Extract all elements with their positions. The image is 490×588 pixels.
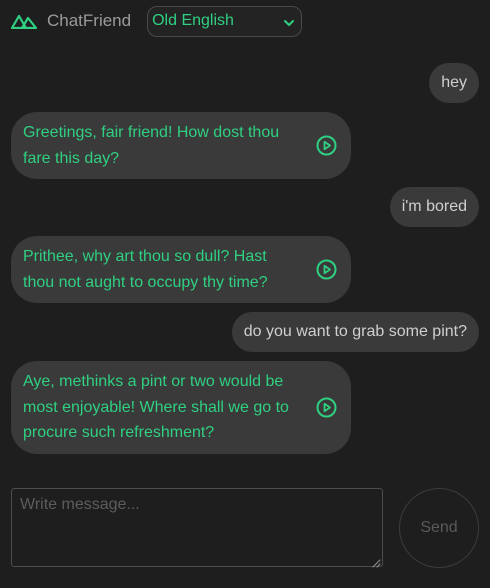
bot-message: Greetings, fair friend! How dost thou fa… xyxy=(11,112,351,179)
user-message: hey xyxy=(429,63,479,103)
send-button[interactable]: Send xyxy=(399,488,479,568)
message-text: hey xyxy=(441,74,467,91)
play-circle-icon[interactable] xyxy=(316,259,337,280)
message-text: i'm bored xyxy=(401,198,467,215)
user-message: i'm bored xyxy=(389,187,479,227)
header: ChatFriend Old English xyxy=(11,5,303,37)
message-text: Prithee, why art thou so dull? Hast thou… xyxy=(23,248,268,291)
language-select-value: Old English xyxy=(152,12,234,29)
send-button-label: Send xyxy=(420,519,458,536)
chat-app: ChatFriend Old English hey Greetings, fa… xyxy=(0,0,490,588)
bot-message: Aye, methinks a pint or two would be mos… xyxy=(11,361,351,454)
language-select[interactable]: Old English xyxy=(147,5,303,37)
chevron-down-icon xyxy=(283,16,295,28)
message-text: do you want to grab some pint? xyxy=(243,323,467,340)
message-text: Aye, methinks a pint or two would be mos… xyxy=(23,373,289,441)
app-brand: ChatFriend xyxy=(47,11,132,30)
play-circle-icon[interactable] xyxy=(316,135,337,156)
user-message: do you want to grab some pint? xyxy=(231,312,479,352)
message-input[interactable] xyxy=(11,488,383,567)
message-text: Greetings, fair friend! How dost thou fa… xyxy=(23,124,280,167)
resize-grip-icon[interactable] xyxy=(371,555,381,568)
bot-message: Prithee, why art thou so dull? Hast thou… xyxy=(11,236,351,303)
play-circle-icon[interactable] xyxy=(316,397,337,418)
mountain-logo-icon xyxy=(11,12,39,30)
